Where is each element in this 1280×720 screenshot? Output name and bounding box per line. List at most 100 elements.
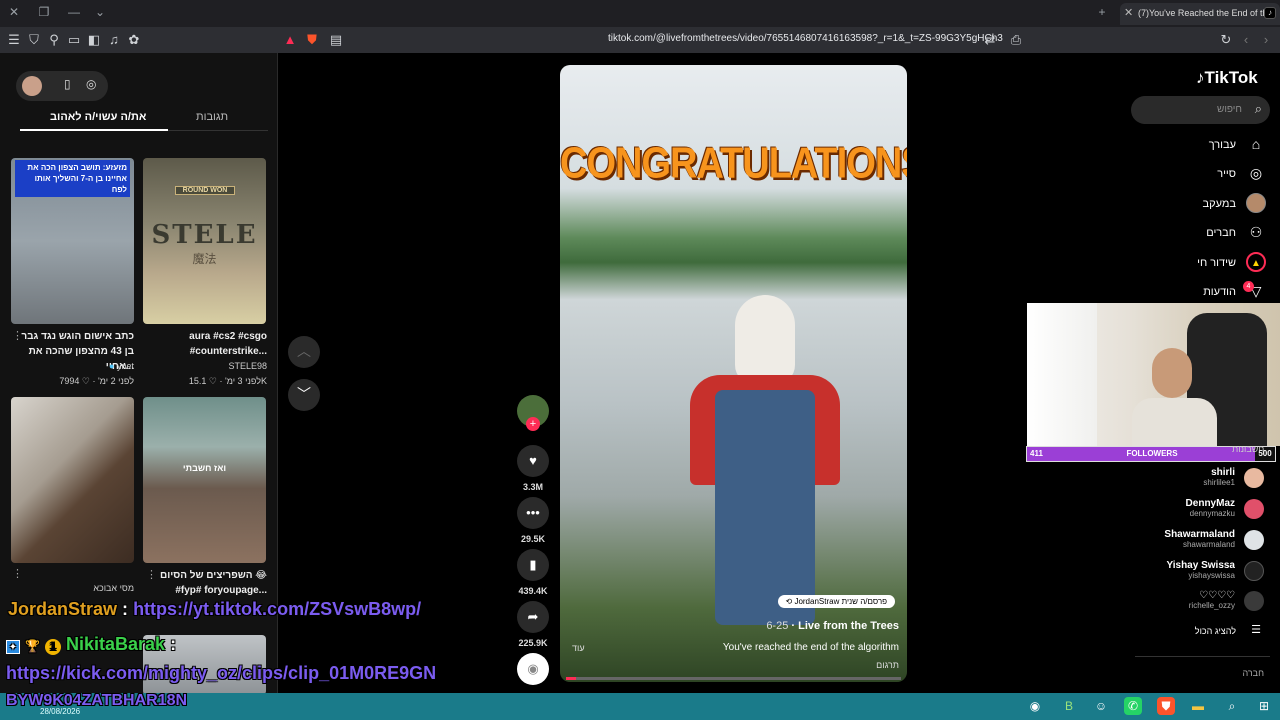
- tabs-icon[interactable]: ▭: [66, 32, 82, 48]
- comment-icon: •••: [526, 505, 540, 520]
- following-item[interactable]: DennyMaz dennymazku: [1095, 498, 1235, 518]
- footer-company-link[interactable]: חברה: [1242, 668, 1264, 678]
- chat-username: JordanStraw: [8, 599, 118, 619]
- minimize-icon[interactable]: —: [66, 5, 82, 19]
- search-icon[interactable]: ⌕: [1223, 697, 1241, 715]
- avatar[interactable]: [1244, 499, 1264, 519]
- nav-following[interactable]: במעקב: [1203, 198, 1237, 210]
- more-options-icon[interactable]: ⋮: [12, 567, 23, 580]
- nav-for-you[interactable]: עבורך: [1209, 139, 1236, 151]
- close-window-icon[interactable]: ✕: [6, 5, 22, 19]
- reload-icon[interactable]: ↻: [1218, 32, 1234, 48]
- search-icon[interactable]: ⌕: [1255, 101, 1262, 117]
- translate-link[interactable]: תרגום: [876, 660, 899, 670]
- video-thumbnail[interactable]: [11, 397, 134, 563]
- following-item[interactable]: ♡♡♡♡ richelle_ozzy: [1095, 590, 1235, 610]
- new-tab-icon[interactable]: +: [1094, 5, 1110, 19]
- chat-link: https://yt.tiktok.com/ZSVswB8wp/: [133, 599, 422, 619]
- extensions-icon[interactable]: ✿: [126, 32, 142, 48]
- obs-icon[interactable]: ◉: [1026, 697, 1044, 715]
- tab-comments[interactable]: תגובות: [196, 111, 228, 123]
- alert-icon[interactable]: ▲: [282, 32, 298, 47]
- share-link-icon[interactable]: ⇄: [982, 32, 998, 48]
- video-caption[interactable]: aura #cs2 #csgo #counterstrike...: [143, 329, 267, 359]
- more-options-icon[interactable]: ⋮: [12, 329, 23, 342]
- video-progress-bar[interactable]: [566, 677, 901, 680]
- home-icon[interactable]: ⌂: [1246, 134, 1266, 154]
- video-caption[interactable]: השפריצים של הסיום 😂 #fyp# foryoupage...: [143, 568, 267, 598]
- following-item[interactable]: shirli shirlilee1: [1095, 467, 1235, 487]
- sound-disc[interactable]: ◉: [517, 653, 549, 685]
- compass-icon[interactable]: ◎: [86, 77, 96, 91]
- sidebar-icon[interactable]: ◧: [86, 32, 102, 48]
- phone-icon[interactable]: ▯: [64, 77, 71, 91]
- more-link[interactable]: עוד: [572, 643, 585, 653]
- tiktok-logo[interactable]: ♪TikTok: [1196, 68, 1258, 88]
- share-button[interactable]: ➦: [517, 601, 549, 633]
- shield-icon[interactable]: ⛉: [26, 32, 42, 48]
- video-thumbnail[interactable]: מזעזע: תושב הצפון הכה את אחיינו בן ה-7 ו…: [11, 158, 134, 324]
- nav-live[interactable]: שידור חי: [1197, 257, 1236, 269]
- forward-icon[interactable]: ›: [1258, 32, 1274, 47]
- avatar[interactable]: [1244, 561, 1264, 581]
- following-item[interactable]: Shawarmaland shawarmaland: [1095, 529, 1235, 549]
- app-b-icon[interactable]: B: [1060, 697, 1078, 715]
- music-icon[interactable]: ♫: [106, 32, 122, 47]
- live-icon[interactable]: ▲: [1246, 252, 1266, 272]
- save-button[interactable]: ▮: [517, 549, 549, 581]
- badge-icon: ✦: [6, 640, 20, 654]
- tab-you-may-like[interactable]: את/ה עשוי/ה לאהוב: [50, 111, 146, 123]
- file-explorer-icon[interactable]: ▬: [1189, 697, 1207, 715]
- list-icon: ☰: [1251, 624, 1261, 636]
- more-options-icon[interactable]: ⋮: [146, 568, 157, 581]
- close-tab-icon[interactable]: ✕: [1124, 6, 1133, 19]
- video-stats: לפני 2 ימ' · ♡ 7994: [59, 376, 134, 386]
- creator-avatar[interactable]: +: [517, 395, 549, 431]
- previous-video-button[interactable]: ︿: [288, 336, 320, 368]
- back-icon[interactable]: ‹: [1238, 32, 1254, 47]
- video-player[interactable]: CONGRATULATIONS ⟲ JordanStraw פרסם/ה שני…: [560, 65, 907, 682]
- avatar[interactable]: [1244, 591, 1264, 611]
- url-field[interactable]: tiktok.com/@livefromthetrees/video/76551…: [608, 33, 1003, 44]
- avatar[interactable]: [1244, 468, 1264, 488]
- brave-icon[interactable]: ⛊: [1157, 697, 1175, 715]
- restore-icon[interactable]: ❐: [36, 5, 52, 19]
- video-thumbnail[interactable]: ואז חשבתי: [143, 397, 266, 563]
- pin-icon[interactable]: ⚲: [46, 32, 62, 48]
- chat-username: NikitaBarak: [66, 634, 166, 654]
- avatar[interactable]: [1244, 530, 1264, 550]
- avatar[interactable]: [22, 76, 42, 96]
- next-video-button[interactable]: ﹀: [288, 379, 320, 411]
- friends-icon[interactable]: ⚇: [1246, 222, 1266, 242]
- active-browser-tab[interactable]: ✕ (7)You've Reached the End of th ♪: [1120, 3, 1280, 25]
- following-item[interactable]: Yishay Swissa yishayswissa: [1095, 560, 1235, 580]
- video-thumbnail[interactable]: ROUND WON STELE 魔法: [143, 158, 266, 324]
- video-account[interactable]: 6-25 · Live from the Trees: [766, 620, 899, 632]
- reader-icon[interactable]: ▤: [328, 32, 344, 48]
- share-arrow-icon: ➦: [527, 609, 539, 624]
- bookmark-icon[interactable]: ⎙: [1008, 32, 1024, 48]
- nav-friends[interactable]: חברים: [1206, 227, 1236, 239]
- nav-messages[interactable]: הודעות: [1203, 286, 1236, 298]
- follow-plus-icon[interactable]: +: [526, 417, 540, 431]
- bookmark-icon: ▮: [529, 557, 537, 572]
- video-author: STELE98: [228, 361, 267, 371]
- show-all-link[interactable]: להציג הכול: [1195, 626, 1236, 636]
- discord-icon[interactable]: ☺: [1092, 697, 1110, 715]
- trophy-icon: 🏆: [25, 639, 40, 653]
- windows-start-icon[interactable]: ⊞: [1255, 697, 1273, 715]
- comment-button[interactable]: •••: [517, 497, 549, 529]
- profile-avatar-icon[interactable]: [1246, 193, 1266, 213]
- like-count: 3.3M: [522, 482, 543, 492]
- whatsapp-icon[interactable]: ✆: [1124, 697, 1142, 715]
- brave-shield-icon[interactable]: ⛊: [304, 32, 320, 48]
- search-field[interactable]: חיפוש ⌕: [1131, 96, 1270, 124]
- repost-icon: ⟲: [785, 597, 793, 606]
- nav-explore[interactable]: סייר: [1217, 168, 1236, 180]
- panel-toolbar: ▯ ◎: [16, 71, 108, 101]
- following-header: חשבונות: [1232, 444, 1265, 454]
- menu-icon[interactable]: ☰: [6, 32, 22, 48]
- tab-list-chevron-icon[interactable]: ⌄: [92, 5, 108, 19]
- compass-icon[interactable]: ◎: [1246, 163, 1266, 183]
- like-button[interactable]: ♥: [517, 445, 549, 477]
